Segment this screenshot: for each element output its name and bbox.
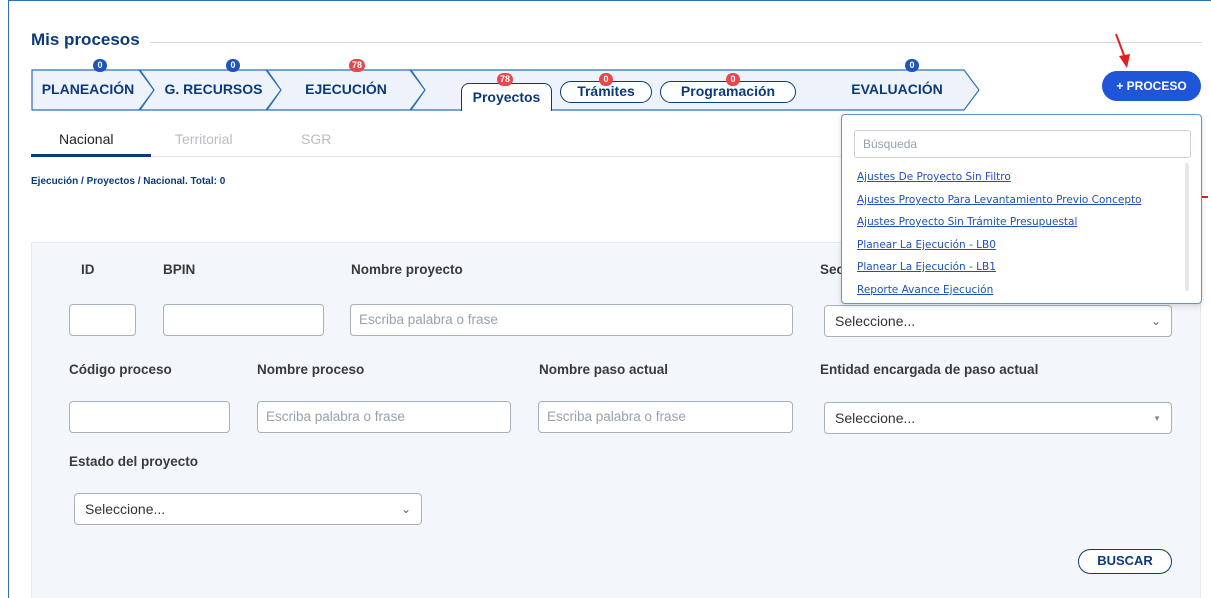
estado-label: Estado del proyecto xyxy=(69,454,199,469)
nombre-paso-label: Nombre paso actual xyxy=(539,362,669,377)
page-title: Mis procesos xyxy=(31,30,140,49)
nombre-proyecto-label: Nombre proyecto xyxy=(351,262,463,277)
new-process-button[interactable]: + PROCESO xyxy=(1102,71,1201,101)
region-tabs-divider xyxy=(31,156,891,157)
codigo-proceso-input[interactable] xyxy=(69,401,230,433)
popup-scrollbar[interactable] xyxy=(1185,163,1189,291)
tab-territorial[interactable]: Territorial xyxy=(175,131,233,147)
stage-label: EVALUACIÓN xyxy=(851,81,943,97)
entidad-select-value: Seleccione... xyxy=(835,410,916,426)
estado-select[interactable]: Seleccione... ⌄ xyxy=(74,493,422,525)
bpin-label: BPIN xyxy=(163,262,196,277)
subtab-count-badge: 78 xyxy=(497,73,514,86)
subtab-label: Programación xyxy=(680,83,776,99)
title-divider xyxy=(150,42,1202,43)
stage-g-recursos[interactable]: G. RECURSOS 0 xyxy=(139,59,282,111)
subtab-count-badge: 0 xyxy=(599,73,613,86)
codigo-proceso-label: Código proceso xyxy=(69,362,172,377)
entidad-select[interactable]: Seleccione... ▼ xyxy=(824,402,1172,434)
active-tab-indicator xyxy=(31,154,151,157)
search-button[interactable]: BUSCAR xyxy=(1078,549,1172,574)
entidad-label: Entidad encargada de paso actual xyxy=(820,362,1039,377)
subtab-proyectos[interactable]: Proyectos xyxy=(461,83,552,111)
popup-option[interactable]: Ajustes Proyecto Para Levantamiento Prev… xyxy=(857,194,1142,206)
process-dropdown: Búsqueda Ajustes De Proyecto Sin Filtro … xyxy=(841,114,1202,304)
sector-select[interactable]: Seleccione... ⌄ xyxy=(824,305,1172,337)
popup-option[interactable]: Ajustes De Proyecto Sin Filtro xyxy=(857,171,1011,183)
stage-ejecucion[interactable]: EJECUCIÓN 78 xyxy=(266,59,426,111)
stage-label: PLANEACIÓN xyxy=(41,81,135,97)
popup-option[interactable]: Reporte Avance Ejecución xyxy=(857,284,993,296)
popup-option[interactable]: Planear La Ejecución - LB1 xyxy=(857,261,996,273)
nombre-proceso-label: Nombre proceso xyxy=(257,362,365,377)
caret-down-icon: ▼ xyxy=(1153,414,1161,423)
stage-label: G. RECURSOS xyxy=(164,81,263,97)
popup-option[interactable]: Ajustes Proyecto Sin Trámite Presupuesta… xyxy=(857,216,1077,228)
popup-option[interactable]: Planear La Ejecución - LB0 xyxy=(857,239,996,251)
bpin-input[interactable] xyxy=(163,304,324,336)
stage-count-badge: 78 xyxy=(349,59,366,72)
stage-planeacion[interactable]: PLANEACIÓN 0 xyxy=(31,59,155,111)
stage-count-badge: 0 xyxy=(93,59,107,72)
id-input[interactable] xyxy=(69,304,136,336)
stage-count-badge: 0 xyxy=(905,59,919,72)
id-label: ID xyxy=(81,262,95,277)
chevron-down-icon: ⌄ xyxy=(1150,314,1161,328)
nombre-paso-input[interactable]: Escriba palabra o frase xyxy=(538,401,793,433)
tab-nacional[interactable]: Nacional xyxy=(59,131,113,147)
stage-label: EJECUCIÓN xyxy=(305,81,387,97)
nombre-proyecto-input[interactable]: Escriba palabra o frase xyxy=(350,304,793,336)
chevron-down-icon: ⌄ xyxy=(400,502,411,516)
stage-count-badge: 0 xyxy=(226,59,240,72)
annotation-arrow-down-icon xyxy=(1115,33,1130,68)
tab-sgr[interactable]: SGR xyxy=(301,131,331,147)
nombre-proceso-input[interactable]: Escriba palabra o frase xyxy=(257,401,511,433)
estado-select-value: Seleccione... xyxy=(85,501,166,517)
breadcrumb: Ejecución / Proyectos / Nacional. Total:… xyxy=(31,176,226,187)
sector-select-value: Seleccione... xyxy=(835,313,916,329)
popup-search-input[interactable]: Búsqueda xyxy=(854,130,1191,158)
subtab-label: Proyectos xyxy=(472,89,541,105)
subtab-count-badge: 0 xyxy=(726,73,740,86)
